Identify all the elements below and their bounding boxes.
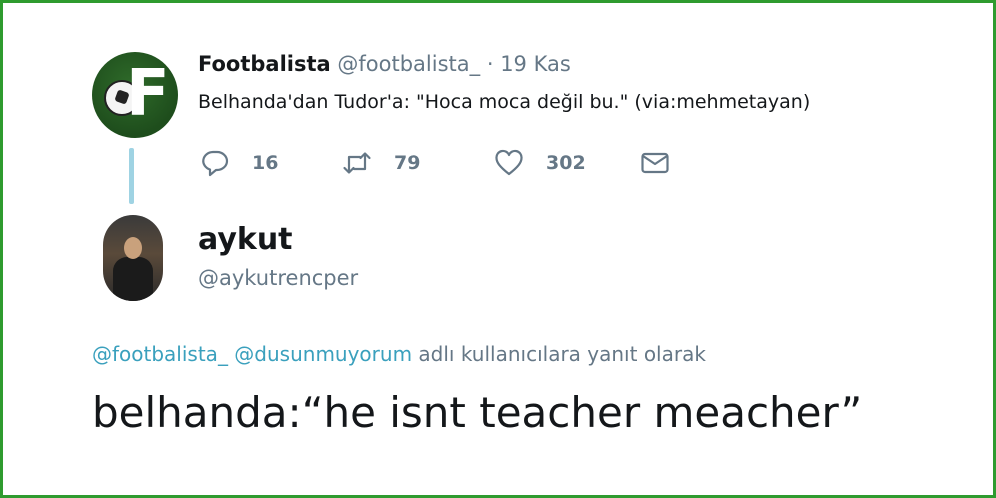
footbalista-avatar[interactable]: F [92, 52, 178, 138]
replying-to-suffix: adlı kullanıcılara yanıt olarak [418, 342, 706, 366]
author-handle[interactable]: @footbalista_ [337, 52, 480, 76]
like-button[interactable]: 302 [494, 146, 586, 180]
envelope-icon [641, 152, 669, 174]
replying-to-line: @footbalista_ @dusunmuyorum adlı kullanı… [92, 342, 706, 366]
avatar-figure-body [113, 257, 153, 301]
retweet-button[interactable]: 79 [342, 146, 420, 180]
author-name[interactable]: Footbalista [198, 52, 331, 76]
tweet-text: Belhanda'dan Tudor'a: "Hoca moca değil b… [198, 91, 811, 113]
tweet-header: Footbalista @footbalista_ · 19 Kas [198, 52, 571, 76]
reply-button[interactable]: 16 [200, 146, 278, 180]
tweet-date[interactable]: 19 Kas [500, 52, 571, 76]
reply-count: 16 [252, 152, 279, 174]
reply-tweet-text: belhanda:“he isnt teacher meacher” [92, 388, 863, 437]
reply-author-name[interactable]: aykut [198, 222, 293, 257]
reply-icon [202, 150, 229, 177]
avatar-letter: F [126, 57, 170, 131]
retweet-icon [343, 152, 371, 174]
aykut-avatar[interactable] [103, 215, 163, 301]
heart-icon [495, 149, 523, 176]
retweet-count: 79 [394, 152, 421, 174]
mention-dusunmuyorum[interactable]: @dusunmuyorum [234, 342, 412, 366]
mention-footbalista[interactable]: @footbalista_ [92, 342, 228, 366]
avatar-figure-head [124, 237, 142, 259]
message-button[interactable] [640, 146, 670, 180]
tweet-actions: 16 79 302 [198, 146, 718, 180]
thread-line [129, 148, 134, 204]
like-count: 302 [546, 152, 586, 174]
dot-separator: · [486, 52, 494, 76]
reply-author-handle[interactable]: @aykutrencper [198, 266, 358, 290]
